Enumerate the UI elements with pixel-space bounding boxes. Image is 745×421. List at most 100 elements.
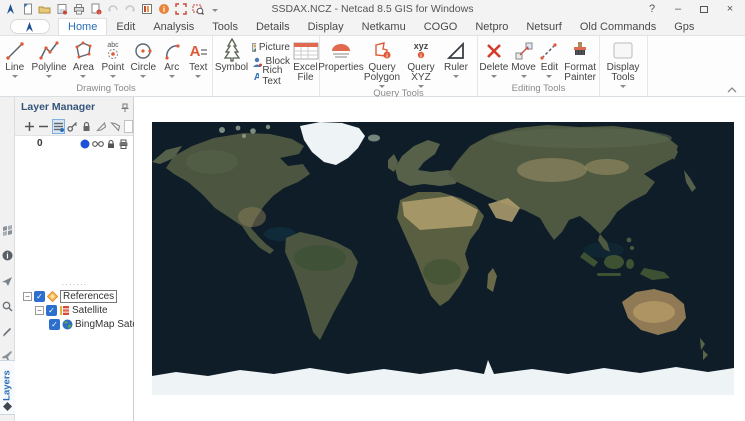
tab-details[interactable]: Details — [247, 18, 299, 35]
tab-netkamu[interactable]: Netkamu — [353, 18, 415, 35]
save-as-button[interactable]: ! — [89, 3, 102, 16]
drawing-tools-group: Line Polyline Area abc Point Circle Arc … — [0, 36, 213, 96]
picture-button[interactable]: Picture — [250, 41, 292, 54]
layer-label[interactable]: BingMap Satellite I — [75, 319, 134, 330]
layer-label[interactable]: Satellite — [72, 305, 108, 316]
collapse-expander[interactable]: − — [23, 291, 32, 301]
area-icon — [72, 39, 94, 63]
properties-button[interactable]: Properties — [318, 38, 364, 73]
insert-stack: Picture Block A Rich Text — [250, 38, 292, 87]
tree-row-satellite[interactable]: − ✓ Satellite — [15, 303, 134, 317]
close-button[interactable]: × — [717, 0, 743, 18]
arc-button[interactable]: Arc — [159, 38, 185, 78]
flag-icon[interactable] — [2, 225, 13, 236]
tab-analysis[interactable]: Analysis — [144, 18, 203, 35]
excel-file-button[interactable]: Excel File — [292, 38, 319, 83]
tab-old-commands[interactable]: Old Commands — [571, 18, 665, 35]
ribbon-collapse-chevron[interactable] — [727, 87, 737, 93]
references-diamond-icon — [47, 290, 58, 302]
line-button[interactable]: Line — [0, 38, 29, 78]
left-icon-strip: i Layers — [0, 97, 15, 421]
lock-icon[interactable] — [81, 119, 93, 134]
tree-row-bingmap[interactable]: ✓ BingMap Satellite I — [15, 317, 134, 331]
visibility-glasses-icon[interactable] — [92, 139, 104, 148]
map-canvas[interactable] — [134, 97, 745, 421]
sidebar-tab-layers[interactable]: Layers — [0, 360, 15, 415]
tab-cogo[interactable]: COGO — [415, 18, 467, 35]
text-button[interactable]: A Text — [185, 38, 212, 78]
tab-netpro[interactable]: Netpro — [466, 18, 517, 35]
layer-row-0[interactable]: 0 — [15, 136, 133, 151]
point-button[interactable]: abc Point — [98, 38, 127, 78]
dropdown-caret — [140, 75, 147, 78]
info-button[interactable]: i — [157, 3, 170, 16]
redo-button[interactable] — [123, 3, 136, 16]
query-xyz-button[interactable]: xyz i Query XYZ — [402, 38, 440, 88]
undo-button[interactable] — [106, 3, 119, 16]
zoom-window-button[interactable] — [191, 3, 204, 16]
pin-icon[interactable] — [121, 103, 129, 112]
report-window-button[interactable] — [140, 3, 153, 16]
collapse-expander[interactable]: − — [35, 305, 44, 315]
print-button[interactable] — [72, 3, 85, 16]
layer-list-button[interactable] — [51, 118, 65, 134]
circle-button[interactable]: Circle — [128, 38, 159, 78]
new-document-button[interactable] — [21, 3, 34, 16]
printer-icon[interactable] — [118, 139, 129, 149]
tab-edit[interactable]: Edit — [107, 18, 144, 35]
restore-button[interactable] — [691, 0, 717, 18]
remove-layer-button[interactable] — [37, 119, 49, 134]
insert-group: Symbol Picture Block A Rich Text Excel F… — [213, 36, 320, 96]
lock-icon[interactable] — [106, 139, 116, 149]
application-menu-button[interactable] — [10, 19, 50, 34]
ruler-button[interactable]: Ruler — [440, 38, 472, 78]
send-icon[interactable] — [2, 276, 13, 287]
tab-display[interactable]: Display — [299, 18, 353, 35]
rich-text-button[interactable]: A Rich Text — [250, 65, 292, 87]
tree-row-references[interactable]: − ✓ References — [15, 289, 134, 303]
world-map-satellite[interactable] — [152, 122, 734, 395]
symbol-button[interactable]: Symbol — [213, 38, 250, 73]
open-file-button[interactable] — [38, 3, 51, 16]
dropdown-caret — [80, 75, 87, 78]
more-commands-caret[interactable] — [208, 3, 221, 16]
tab-gps[interactable]: Gps — [665, 18, 703, 35]
window-controls: ? – × — [639, 0, 743, 18]
checkbox-checked[interactable]: ✓ — [46, 304, 57, 316]
display-tools-button[interactable]: Display Tools — [600, 38, 646, 88]
format-painter-button[interactable]: Format Painter — [561, 38, 599, 83]
checkbox-checked[interactable]: ✓ — [34, 290, 45, 302]
flag-down-icon[interactable] — [109, 119, 121, 134]
blank-box[interactable] — [123, 119, 134, 133]
move-button[interactable]: Move — [510, 38, 538, 78]
area-button[interactable]: Area — [69, 38, 98, 78]
key-icon[interactable] — [67, 119, 79, 134]
polyline-button[interactable]: Polyline — [29, 38, 68, 78]
add-layer-button[interactable] — [23, 119, 35, 134]
tab-tools[interactable]: Tools — [203, 18, 247, 35]
editing-tools-group: Delete Move Edit Format Painter Editing … — [478, 36, 600, 96]
zoom-extents-button[interactable] — [174, 3, 187, 16]
ruler-triangle-icon — [445, 39, 467, 63]
info-icon[interactable]: i — [2, 250, 13, 261]
flag-up-icon[interactable] — [95, 119, 107, 134]
delete-button[interactable]: Delete — [478, 38, 510, 78]
pencil-icon[interactable] — [2, 326, 13, 337]
minimize-button[interactable]: – — [665, 0, 691, 18]
layer-label[interactable]: References — [60, 289, 118, 303]
query-polygon-icon: i — [371, 39, 393, 63]
panel-splitter[interactable]: ······· — [15, 281, 134, 289]
display-tools-group: Display Tools — [600, 36, 648, 96]
edit-button[interactable]: Edit — [538, 38, 562, 78]
dropdown-caret — [168, 75, 175, 78]
magnifier-icon[interactable] — [2, 301, 13, 312]
tab-netsurf[interactable]: Netsurf — [517, 18, 570, 35]
properties-dome-icon — [328, 39, 354, 63]
save-button[interactable] — [55, 3, 68, 16]
help-button[interactable]: ? — [639, 0, 665, 18]
checkbox-checked[interactable]: ✓ — [49, 318, 60, 330]
main-area: i Layers Layer Manager 0 ······· − ✓ Ref… — [0, 97, 745, 421]
tab-home[interactable]: Home — [58, 18, 108, 35]
layer-color-dot[interactable] — [80, 139, 90, 149]
query-polygon-button[interactable]: i Query Polygon — [362, 38, 402, 88]
